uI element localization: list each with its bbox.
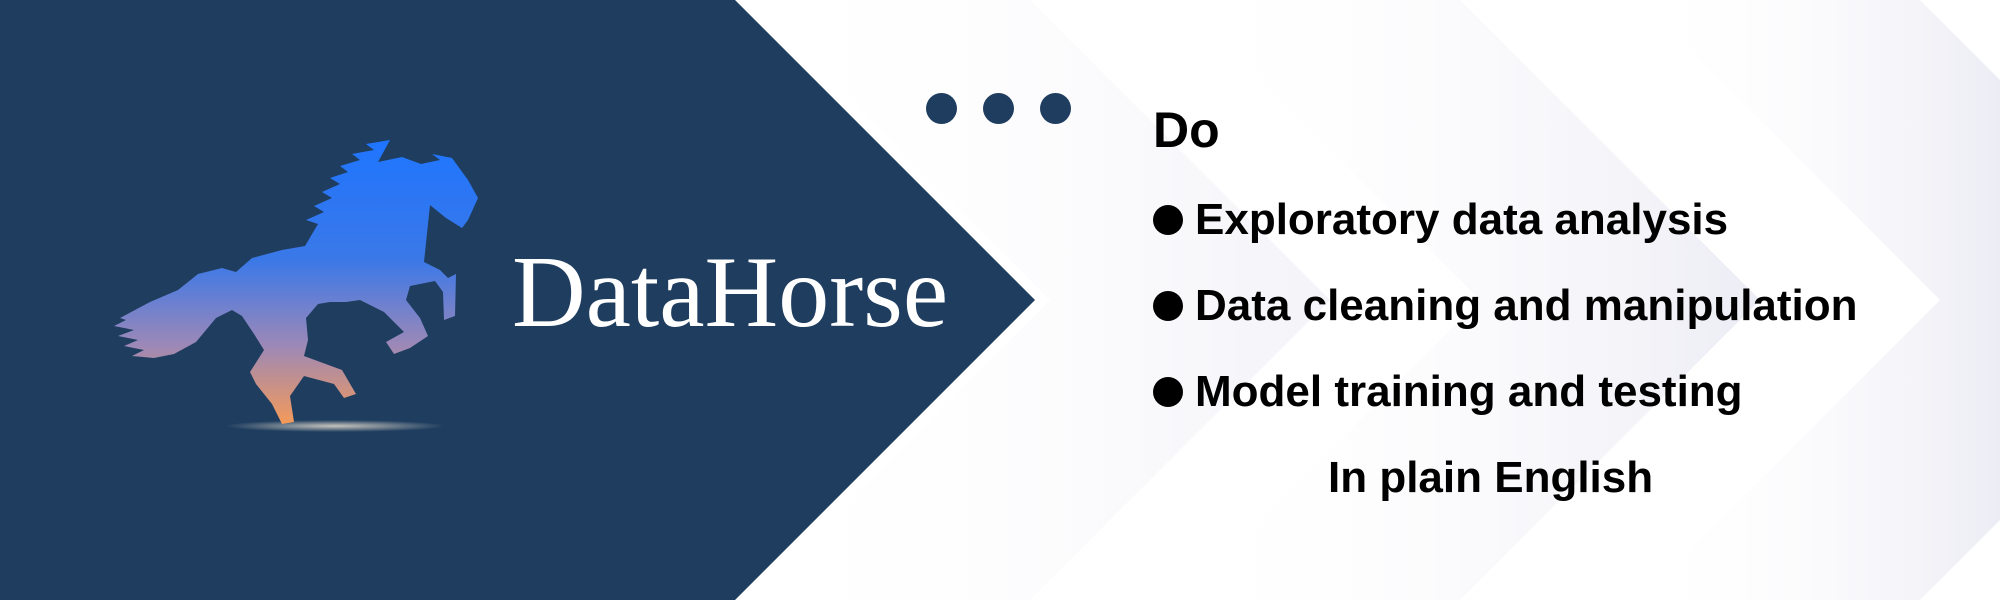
brand-name: DataHorse (512, 236, 949, 349)
dot-3 (1040, 92, 1071, 124)
tagline: In plain English (1328, 453, 1654, 502)
banner: DataHorse Do Exploratory data analysis D… (0, 0, 2000, 600)
heading-do: Do (1153, 102, 1220, 158)
dot-1 (926, 92, 957, 124)
background-graphics (0, 0, 2000, 600)
ellipsis-dots-icon (926, 92, 1076, 124)
dot-2 (983, 92, 1014, 124)
horse-shadow (225, 420, 445, 432)
